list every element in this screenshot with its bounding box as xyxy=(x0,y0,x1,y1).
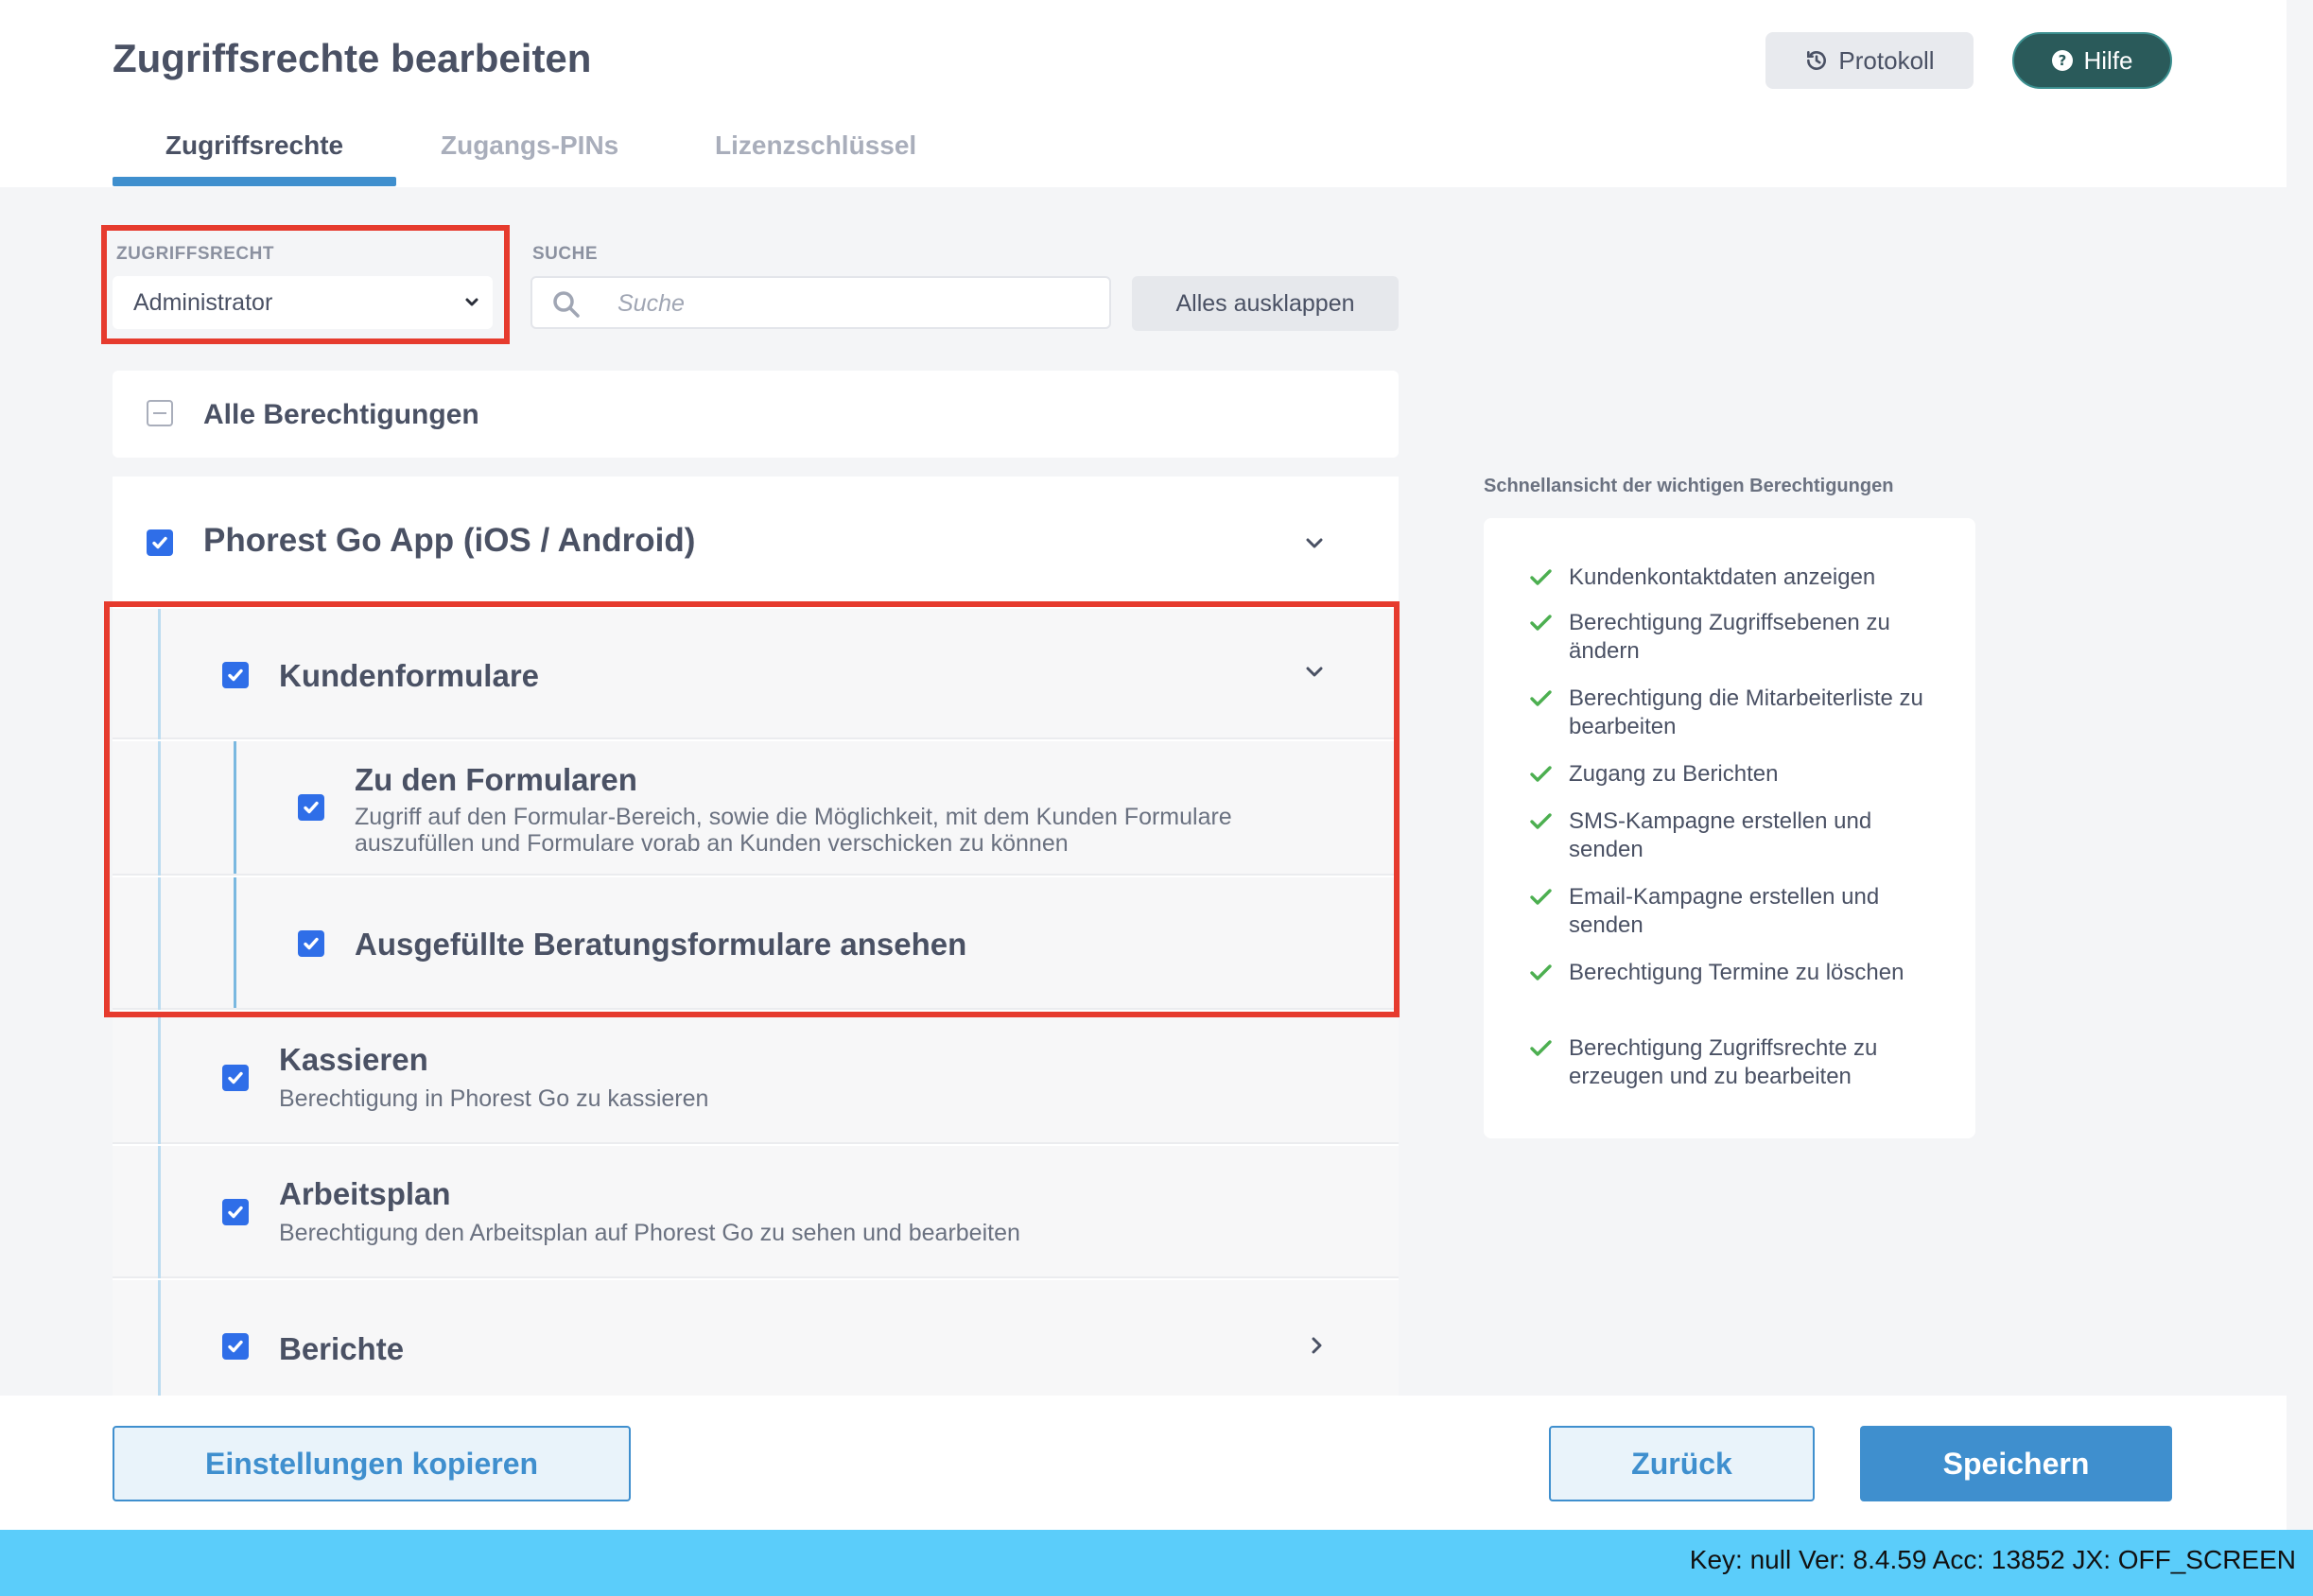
arbeitsplan-title: Arbeitsplan xyxy=(279,1176,451,1211)
check-icon xyxy=(228,1340,243,1353)
search-input[interactable]: Suche xyxy=(617,290,685,318)
tree-line xyxy=(158,1280,161,1413)
check-icon xyxy=(1530,964,1552,980)
quick-view-item-label: Kundenkontaktdaten anzeigen xyxy=(1569,564,1876,590)
check-icon xyxy=(1530,1040,1552,1056)
status-text: Key: null Ver: 8.4.59 Acc: 13852 JX: OFF… xyxy=(1689,1545,2296,1574)
berichte-title: Berichte xyxy=(279,1331,405,1366)
check-icon xyxy=(228,1206,243,1219)
kassieren-checkbox[interactable] xyxy=(222,1065,249,1091)
berichte-checkbox[interactable] xyxy=(222,1333,249,1360)
quick-view-item-label: Berechtigung Termine zu löschen xyxy=(1569,960,1904,985)
search-field[interactable]: Suche xyxy=(530,276,1111,329)
permission-kassieren[interactable]: Kassieren Berechtigung in Phorest Go zu … xyxy=(113,1012,1399,1144)
tab-zugriffsrechte[interactable]: Zugriffsrechte xyxy=(113,130,396,161)
check-icon xyxy=(1530,813,1552,829)
protokoll-button[interactable]: Protokoll xyxy=(1765,32,1974,89)
permission-group-phorest-go[interactable]: Phorest Go App (iOS / Android) xyxy=(113,477,1399,609)
quick-view-item-label: Zugang zu Berichten xyxy=(1569,761,1779,787)
help-button[interactable]: ? Hilfe xyxy=(2012,32,2172,89)
arbeitsplan-description: Berechtigung den Arbeitsplan auf Phorest… xyxy=(279,1220,1020,1246)
check-icon xyxy=(1530,766,1552,782)
tab-lizenzschluessel[interactable]: Lizenzschlüssel xyxy=(715,130,916,161)
quick-view-item-label: Berechtigung Zugriffsebenen zu ändern xyxy=(1569,610,1890,664)
kassieren-title: Kassieren xyxy=(279,1042,428,1077)
back-button[interactable]: Zurück xyxy=(1549,1426,1815,1501)
search-icon xyxy=(553,291,580,318)
phorest-go-checkbox[interactable] xyxy=(147,529,173,556)
check-icon xyxy=(228,1071,243,1084)
history-icon xyxy=(1807,51,1827,70)
all-permissions-label: Alle Berechtigungen xyxy=(203,399,479,430)
protokoll-label: Protokoll xyxy=(1838,45,1935,75)
action-footer: Einstellungen kopieren Zurück Speichern xyxy=(0,1396,2287,1530)
check-icon xyxy=(1530,569,1552,585)
indeterminate-icon xyxy=(153,412,166,414)
active-tab-indicator xyxy=(113,177,396,186)
quick-view-card: Kundenkontaktdaten anzeigen Berechtigung… xyxy=(1484,518,1975,1138)
permission-berichte[interactable]: Berichte xyxy=(113,1280,1399,1413)
help-label: Hilfe xyxy=(2083,45,2133,75)
chevron-down-icon[interactable] xyxy=(1302,531,1327,556)
tab-zugangs-pins[interactable]: Zugangs-PINs xyxy=(441,130,618,161)
arbeitsplan-checkbox[interactable] xyxy=(222,1199,249,1225)
highlight-frame-forms xyxy=(104,601,1400,1017)
highlight-frame-role xyxy=(101,225,510,344)
copy-settings-button[interactable]: Einstellungen kopieren xyxy=(113,1426,631,1501)
page-header: Zugriffsrechte bearbeiten Protokoll ? Hi… xyxy=(0,0,2287,187)
expand-all-button[interactable]: Alles ausklappen xyxy=(1132,276,1399,331)
check-icon xyxy=(152,536,167,549)
tree-line xyxy=(158,1012,161,1144)
all-permissions-row: Alle Berechtigungen xyxy=(113,371,1399,458)
help-icon: ? xyxy=(2052,50,2074,71)
quick-view-item-label: Email-Kampagne erstellen und senden xyxy=(1569,884,1880,938)
all-permissions-checkbox[interactable] xyxy=(147,400,173,426)
check-icon xyxy=(1530,889,1552,905)
debug-status-bar: Key: null Ver: 8.4.59 Acc: 13852 JX: OFF… xyxy=(0,1530,2313,1596)
chevron-right-icon[interactable] xyxy=(1304,1333,1329,1358)
quick-view-item-label: Berechtigung die Mitarbeiterliste zu bea… xyxy=(1569,685,1923,739)
quick-view-item-label: SMS-Kampagne erstellen und senden xyxy=(1569,808,1872,862)
kassieren-description: Berechtigung in Phorest Go zu kassieren xyxy=(279,1085,709,1112)
save-button[interactable]: Speichern xyxy=(1860,1426,2172,1501)
check-icon xyxy=(1530,615,1552,631)
search-label: SUCHE xyxy=(532,244,599,264)
phorest-go-title: Phorest Go App (iOS / Android) xyxy=(203,522,696,559)
check-icon xyxy=(1530,690,1552,706)
permission-arbeitsplan[interactable]: Arbeitsplan Berechtigung den Arbeitsplan… xyxy=(113,1146,1399,1278)
quick-view-item-label: Berechtigung Zugriffsrechte zu erzeugen … xyxy=(1569,1035,1878,1089)
quick-view-title: Schnellansicht der wichtigen Berechtigun… xyxy=(1484,476,1894,496)
tree-line xyxy=(158,1146,161,1278)
svg-text:?: ? xyxy=(2059,52,2067,69)
page-title: Zugriffsrechte bearbeiten xyxy=(113,36,592,80)
